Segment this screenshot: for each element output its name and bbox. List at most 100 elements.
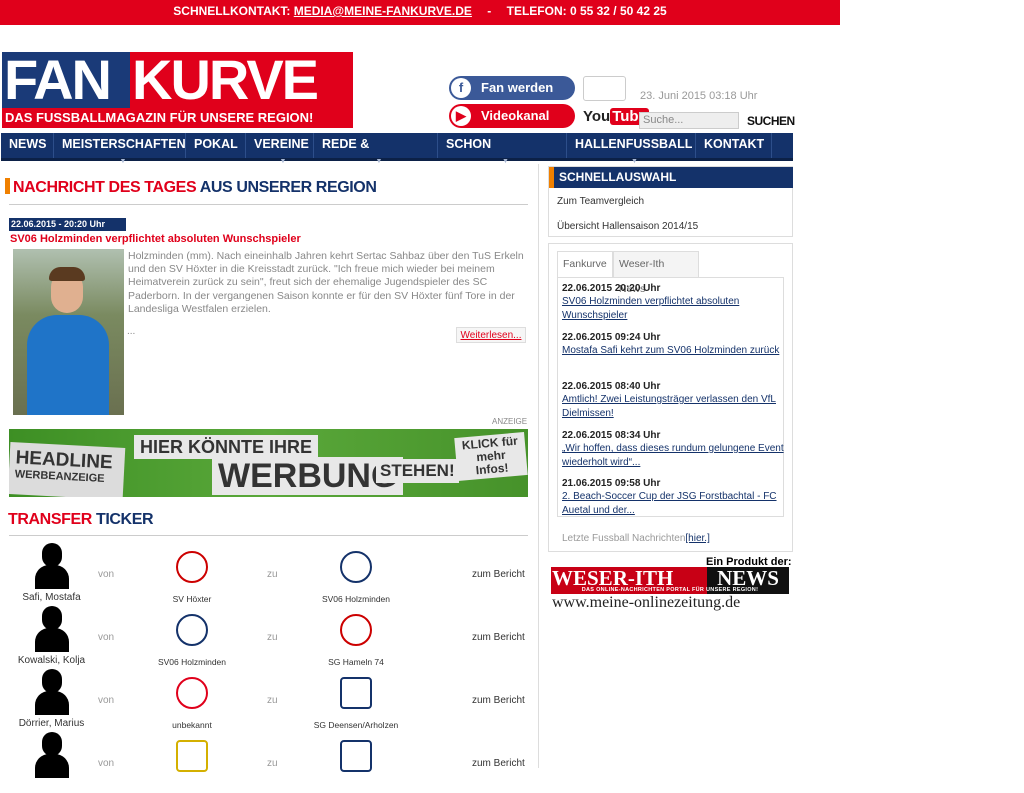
nav-news[interactable]: NEWS <box>1 133 54 158</box>
news-date: 22.06.2015 09:24 Uhr <box>562 332 661 343</box>
nav-label: VEREINE <box>254 137 309 151</box>
club-crest-icon <box>176 740 208 772</box>
to-club: SG Deensen/Arholzen <box>313 720 399 730</box>
club-crest-icon <box>340 551 372 583</box>
to-label: zu <box>267 758 278 769</box>
news-link[interactable]: 2. Beach-Soccer Cup der JSG Forstbachtal… <box>562 490 784 517</box>
news-date: 22.06.2015 20:20 Uhr <box>562 283 661 294</box>
main-navigation: NEWS MEISTERSCHAFTEN ▼ POKAL VEREINE ▼ RED… <box>1 133 793 173</box>
nav-label: HALLENFUSSBALL <box>575 137 693 151</box>
list-item: 22.06.2015 08:34 Uhr „Wir hoffen, dass di… <box>562 429 784 469</box>
report-link[interactable]: zum Bericht <box>472 695 525 706</box>
nav-kontakt[interactable]: KONTAKT <box>696 133 772 158</box>
ad-banner[interactable]: HEADLINE WERBEANZEIGE HIER KÖNNTE IHRE WE… <box>9 429 528 497</box>
report-link[interactable]: zum Bericht <box>472 632 525 643</box>
logo-kurve: KURVE <box>130 52 353 108</box>
player-name: Safi, Mostafa <box>22 592 81 603</box>
tab-fankurve[interactable]: Fankurve <box>557 251 613 278</box>
news-link[interactable]: Amtlich! Zwei Leistungsträger verlassen … <box>562 393 784 420</box>
club-crest-icon <box>176 614 208 646</box>
onlinezeitung-url[interactable]: www.meine-onlinezeitung.de <box>552 594 740 612</box>
from-club: SV06 Holzminden <box>157 657 227 667</box>
list-item: 22.06.2015 08:40 Uhr Amtlich! Zwei Leistu… <box>562 380 784 420</box>
transfer-row: von zu zum Bericht <box>9 730 537 793</box>
divider <box>9 535 528 536</box>
article-ellipsis: ... <box>127 326 136 337</box>
to-label: zu <box>267 569 278 580</box>
article-photo[interactable] <box>13 249 124 415</box>
nav-hallenfussball[interactable]: HALLENFUSSBALL ▼ <box>567 133 696 165</box>
player-avatar <box>33 541 71 591</box>
transfer-row: Kowalski, Kolja von SV06 Holzminden zu S… <box>9 604 537 667</box>
search-button[interactable]: SUCHEN <box>747 114 795 128</box>
news-date: 22.06.2015 08:34 Uhr <box>562 430 661 441</box>
quick-link-hallensaison[interactable]: Übersicht Hallensaison 2014/15 <box>557 221 698 232</box>
nav-rede-antwort[interactable]: REDE & ANTWORT ▼ <box>314 133 438 173</box>
to-label: zu <box>267 695 278 706</box>
news-link[interactable]: Mostafa Safi kehrt zum SV06 Holzminden z… <box>562 344 784 358</box>
heading-part-blue: TICKER <box>95 511 154 528</box>
video-channel-button[interactable]: ▶ Videokanal <box>449 104 575 128</box>
quick-select-box: SCHNELLAUSWAHL Zum Teamvergleich Übersic… <box>548 166 793 237</box>
nav-label: POKAL <box>194 137 238 151</box>
player-avatar <box>33 604 71 654</box>
facebook-icon: f <box>451 78 471 98</box>
ad-headline-box: HEADLINE WERBEANZEIGE <box>9 442 126 497</box>
transfer-row: Safi, Mostafa von SV Höxter zu SV06 Holz… <box>9 541 537 604</box>
facebook-fan-button[interactable]: f Fan werden <box>449 76 575 100</box>
from-label: von <box>98 695 115 706</box>
news-link[interactable]: SV06 Holzminden verpflichtet absoluten W… <box>562 295 784 322</box>
from-label: von <box>98 632 115 643</box>
club-crest-icon <box>340 740 372 772</box>
quick-select-header: SCHNELLAUSWAHL <box>549 167 793 188</box>
player-avatar <box>33 667 71 717</box>
facebook-label: Fan werden <box>481 80 554 95</box>
club-crest-icon <box>340 614 372 646</box>
video-label: Videokanal <box>481 108 550 123</box>
weser-ith-subtitle: DAS ONLINE-NACHRICHTEN PORTAL FÜR UNSERE… <box>581 587 759 593</box>
nav-label: KONTAKT <box>704 137 765 151</box>
nav-vereine[interactable]: VEREINE ▼ <box>246 133 314 165</box>
read-more-button[interactable]: Weiterlesen... <box>456 327 526 343</box>
latest-news-link[interactable]: [hier.] <box>685 533 709 544</box>
logo-fan: FAN <box>2 52 130 108</box>
article-title-link[interactable]: SV06 Holzminden verpflichtet absoluten W… <box>10 233 301 245</box>
contact-phone: TELEFON: 0 55 32 / 50 42 25 <box>506 4 667 18</box>
ad-text-1: HIER KÖNNTE IHRE <box>134 435 319 459</box>
report-link[interactable]: zum Bericht <box>472 569 525 580</box>
contact-label: SCHNELLKONTAKT: <box>173 4 291 18</box>
list-item: 21.06.2015 09:58 Uhr 2. Beach-Soccer Cup … <box>562 477 784 517</box>
nav-schon-gewusst[interactable]: SCHON GEWUSST? ▼ <box>438 133 567 173</box>
to-label: zu <box>267 632 278 643</box>
site-logo[interactable]: FAN KURVE DAS FUSSBALLMAGAZIN FÜR UNSERE… <box>2 52 353 128</box>
nav-pokal[interactable]: POKAL <box>186 133 246 158</box>
quick-select-title: SCHNELLAUSWAHL <box>559 170 677 184</box>
to-club: SG Hameln 74 <box>328 657 384 667</box>
contact-email-link[interactable]: MEDIA@MEINE-FANKURVE.DE <box>294 4 472 18</box>
facebook-like-box[interactable] <box>583 76 626 101</box>
heading-accent <box>5 178 10 194</box>
camera-icon: ▶ <box>451 106 471 126</box>
list-item: 22.06.2015 09:24 Uhr Mostafa Safi kehrt z… <box>562 331 784 358</box>
ad-text-3: STEHEN! <box>376 459 459 483</box>
news-of-day-heading: NACHRICHT DES TAGES AUS UNSERER REGION <box>5 178 377 198</box>
current-date: 23. Juni 2015 03:18 Uhr <box>640 90 758 102</box>
ad-text-2: WERBUNG <box>212 457 404 495</box>
tab-weser-ith-news[interactable]: Weser-Ith News <box>613 251 699 295</box>
list-item: 22.06.2015 20:20 Uhr SV06 Holzminden verp… <box>562 282 784 322</box>
quick-link-team[interactable]: Zum Teamvergleich <box>557 196 644 207</box>
news-link[interactable]: „Wir hoffen, dass dieses rundum gelungen… <box>562 442 784 469</box>
from-label: von <box>98 758 115 769</box>
nav-meisterschaften[interactable]: MEISTERSCHAFTEN ▼ <box>54 133 186 165</box>
contact-separator: - <box>487 4 492 18</box>
ad-click-note: KLICK für mehr Infos! <box>454 432 528 481</box>
logo-tagline: DAS FUSSBALLMAGAZIN FÜR UNSERE REGION! <box>2 108 353 128</box>
news-date: 21.06.2015 09:58 Uhr <box>562 478 661 489</box>
report-link[interactable]: zum Bericht <box>472 758 525 769</box>
news-tabs-box: Fankurve Weser-Ith News 22.06.2015 20:20… <box>548 243 793 552</box>
transfer-row: Dörrier, Marius von unbekannt zu SG Deen… <box>9 667 537 730</box>
heading-accent <box>549 167 554 188</box>
weser-ith-logo[interactable]: WESER-ITH NEWS DAS ONLINE-NACHRICHTEN PO… <box>551 567 789 594</box>
search-input[interactable]: Suche... <box>639 112 739 129</box>
top-contact-bar: SCHNELLKONTAKT: MEDIA@MEINE-FANKURVE.DE … <box>0 0 840 25</box>
